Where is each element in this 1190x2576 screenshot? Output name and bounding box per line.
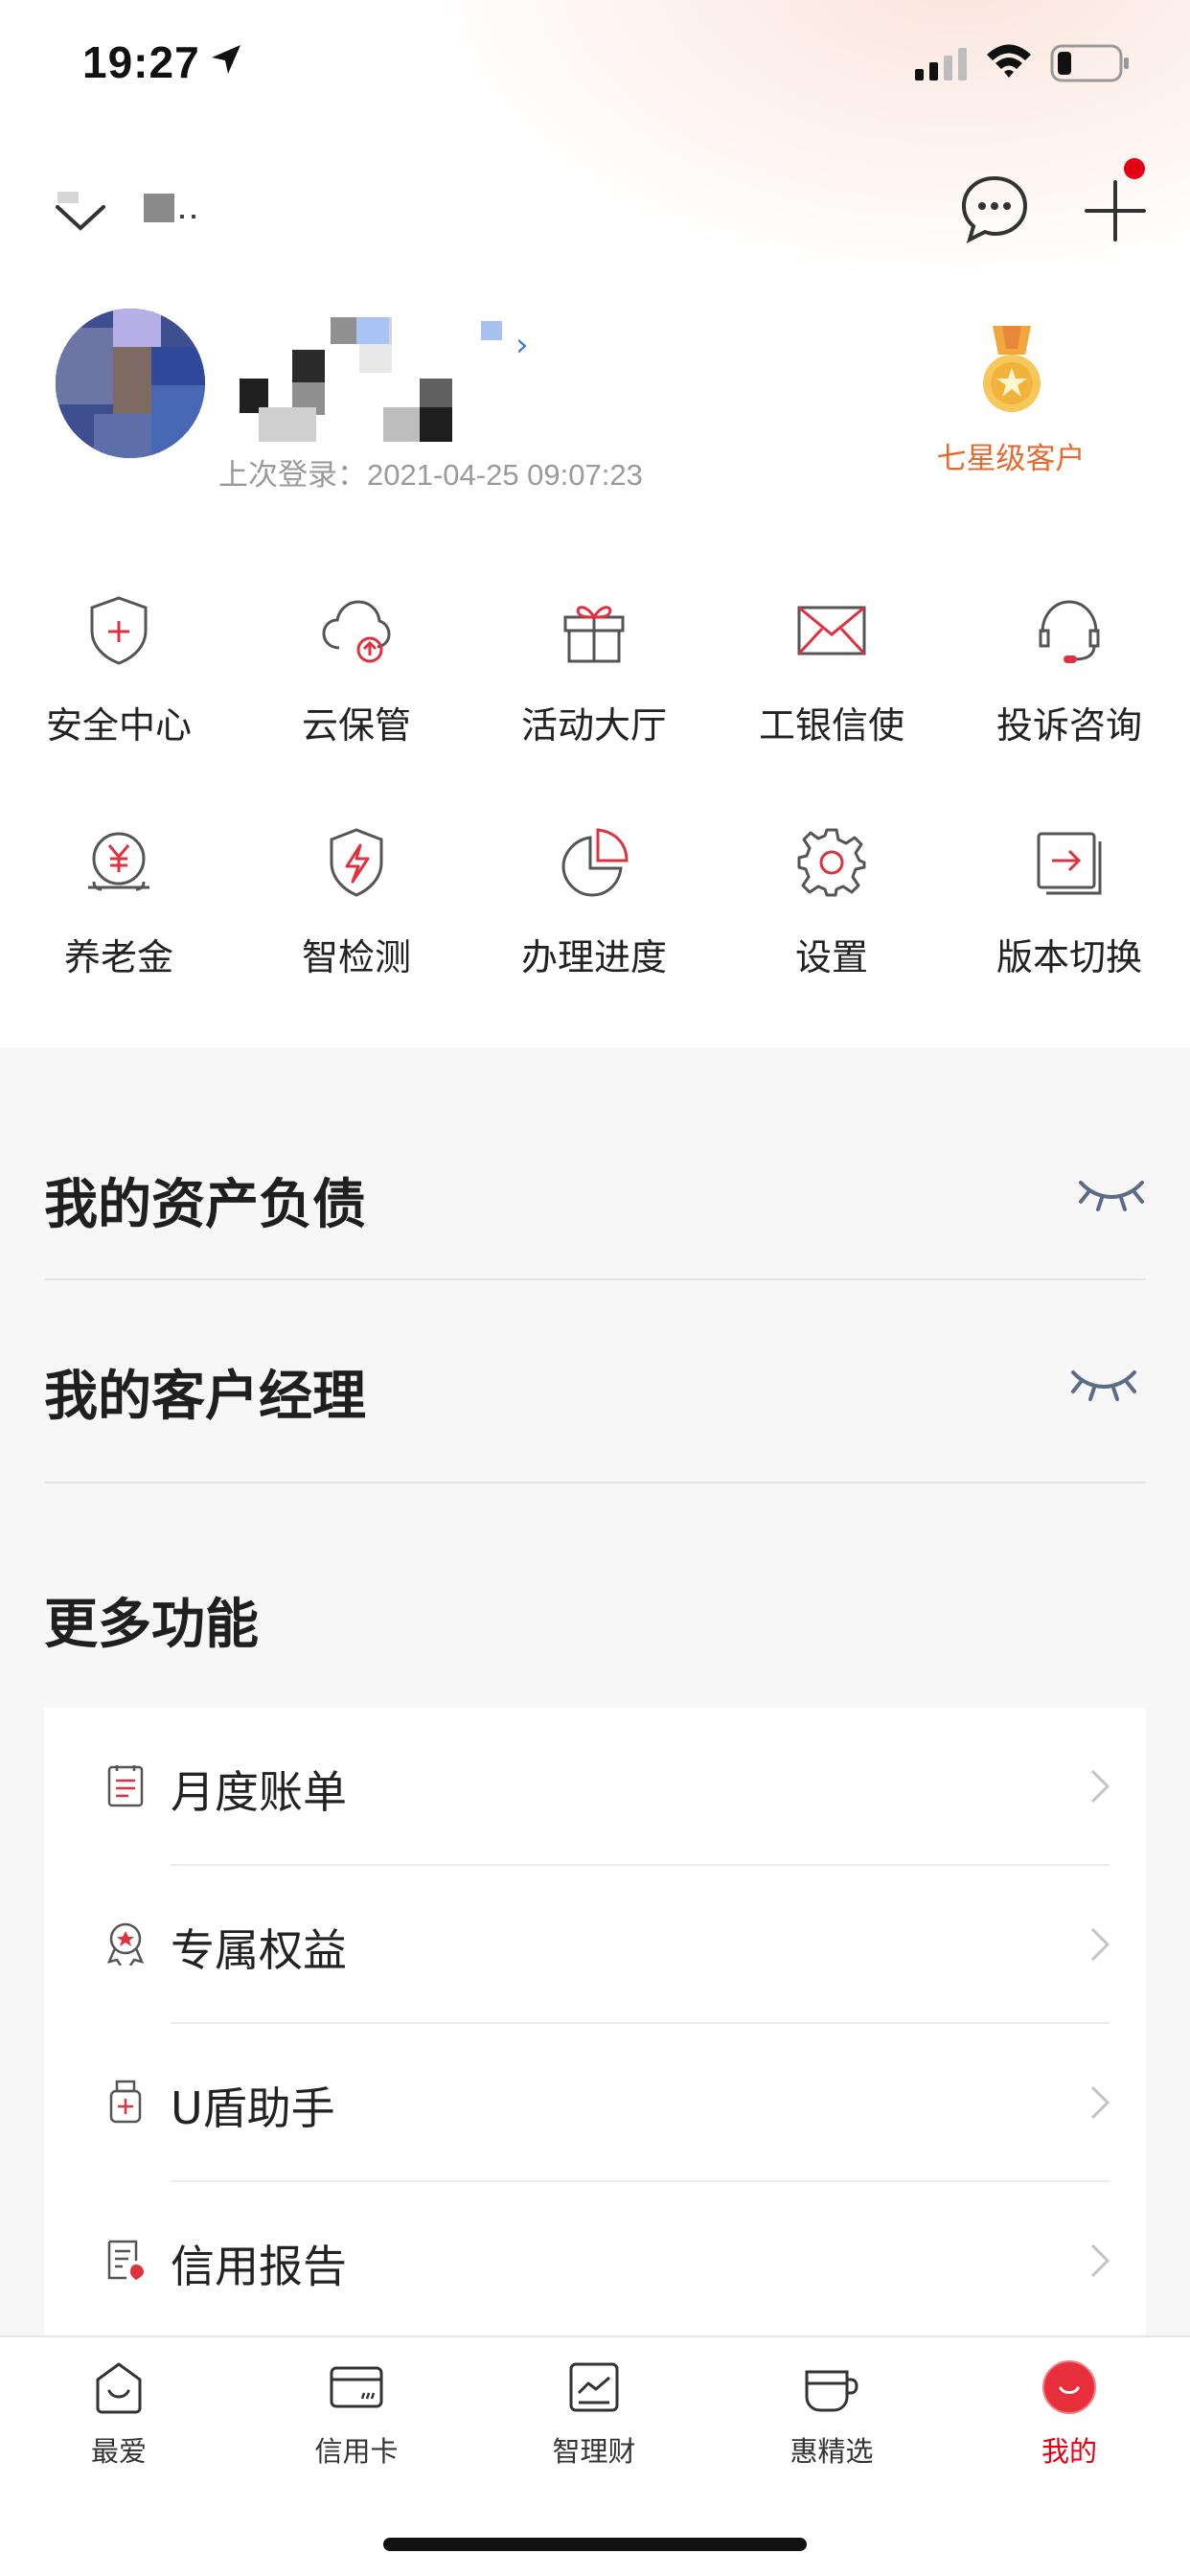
gear-icon <box>797 828 866 897</box>
grid-item-pension[interactable]: 养老金 <box>0 826 238 980</box>
switch-version-icon <box>1037 832 1102 895</box>
chevron-right-icon <box>1090 1927 1110 1962</box>
grid-label: 版本切换 <box>995 936 1142 978</box>
more-functions-list: 月度账单 专属权益 U盾助手 信用报告 <box>44 1708 1146 2335</box>
account-manager-title[interactable]: 我的客户经理 <box>44 1353 366 1431</box>
grid-label: 养老金 <box>63 936 173 978</box>
chevron-right-icon <box>1090 2243 1110 2278</box>
eye-closed-icon[interactable] <box>1075 1173 1148 1215</box>
usb-key-icon <box>109 2080 142 2124</box>
location-arrow-icon <box>212 45 240 74</box>
yuan-piggy-icon <box>88 832 149 891</box>
message-icon[interactable] <box>958 172 1031 245</box>
grid-item-security[interactable]: 安全中心 <box>0 594 238 748</box>
list-item-exclusive-benefits[interactable]: 专属权益 <box>44 1866 1146 2024</box>
cellular-signal-icon <box>915 48 967 80</box>
status-bar: 19:27 <box>0 0 1190 126</box>
shield-plus-icon <box>90 596 148 665</box>
grid-label: 投诉咨询 <box>995 704 1142 747</box>
eye-closed-icon[interactable] <box>1067 1363 1140 1405</box>
headset-icon <box>1039 600 1100 663</box>
grid-item-smart-check[interactable]: 智检测 <box>238 826 475 980</box>
header-row <box>0 163 1190 259</box>
medal-icon <box>983 326 1041 412</box>
shield-bolt-icon <box>330 828 383 897</box>
favorite-icon <box>96 2362 142 2414</box>
list-item-label: 专属权益 <box>171 1924 347 1976</box>
customer-star-level: 七星级客户 <box>936 442 1086 476</box>
pie-progress-icon <box>561 828 629 897</box>
divider <box>44 1482 1146 1484</box>
grid-item-version-switch[interactable]: 版本切换 <box>950 826 1188 980</box>
grid-label: 工银信使 <box>758 704 904 747</box>
grid-item-cloud-storage[interactable]: 云保管 <box>238 594 475 748</box>
grid-label: 安全中心 <box>45 704 192 747</box>
list-item-label: 信用报告 <box>171 2241 347 2292</box>
wifi-icon <box>987 44 1031 78</box>
grid-label: 云保管 <box>301 704 411 747</box>
list-item-label: 月度账单 <box>171 1766 347 1818</box>
profile-chevron-icon[interactable]: › <box>515 326 529 364</box>
chevron-down-icon[interactable] <box>54 190 107 236</box>
grid-label: 设置 <box>794 936 868 978</box>
grid-label: 活动大厅 <box>520 704 667 747</box>
tab-label: 信用卡 <box>314 2435 399 2468</box>
account-name-masked[interactable] <box>144 194 220 232</box>
envelope-icon <box>797 606 866 656</box>
mine-icon <box>1042 2360 1096 2414</box>
customer-name-masked[interactable] <box>230 311 517 446</box>
tab-label: 最爱 <box>90 2435 147 2468</box>
cloud-upload-icon <box>322 600 391 663</box>
tab-selected-offers[interactable]: 惠精选 <box>713 2358 950 2470</box>
grid-item-complaints[interactable]: 投诉咨询 <box>950 594 1188 748</box>
coffee-cup-icon <box>805 2370 858 2412</box>
bill-icon <box>107 1765 144 1807</box>
avatar[interactable] <box>56 309 205 458</box>
grid-item-settings[interactable]: 设置 <box>713 826 950 980</box>
home-indicator <box>383 2538 807 2551</box>
tab-wealth[interactable]: 智理财 <box>475 2358 713 2470</box>
gift-icon <box>563 606 625 663</box>
status-time: 19:27 <box>82 37 200 87</box>
tab-mine[interactable]: 我的 <box>950 2358 1188 2470</box>
list-item-monthly-bill[interactable]: 月度账单 <box>44 1708 1146 1866</box>
list-item-u-shield[interactable]: U盾助手 <box>44 2024 1146 2182</box>
tab-label: 惠精选 <box>790 2435 874 2468</box>
grid-item-messenger[interactable]: 工银信使 <box>713 594 950 748</box>
chevron-right-icon <box>1090 1769 1110 1804</box>
grid-item-events[interactable]: 活动大厅 <box>475 594 713 748</box>
list-item-label: U盾助手 <box>171 2082 335 2134</box>
notification-dot <box>1124 158 1145 179</box>
add-icon[interactable] <box>1079 174 1152 247</box>
battery-icon <box>1050 44 1129 82</box>
badge-icon <box>106 1922 145 1966</box>
tab-credit-card[interactable]: 信用卡 <box>238 2358 475 2470</box>
tab-label: 智理财 <box>552 2435 636 2468</box>
grid-item-progress[interactable]: 办理进度 <box>475 826 713 980</box>
wealth-icon <box>569 2362 619 2412</box>
assets-liabilities-title[interactable]: 我的资产负债 <box>44 1162 366 1239</box>
more-functions-title: 更多功能 <box>44 1594 259 1656</box>
grid-label: 办理进度 <box>520 936 667 978</box>
grid-label: 智检测 <box>301 936 411 978</box>
last-login-time: 上次登录：2021-04-25 09:07:23 <box>218 458 643 492</box>
list-item-credit-report[interactable]: 信用报告 <box>44 2182 1146 2340</box>
credit-report-icon <box>107 2240 144 2280</box>
credit-card-icon <box>330 2366 383 2408</box>
tab-favorite[interactable]: 最爱 <box>0 2358 238 2470</box>
chevron-right-icon <box>1090 2085 1110 2120</box>
divider <box>44 1278 1146 1280</box>
tab-label: 我的 <box>1041 2435 1097 2468</box>
